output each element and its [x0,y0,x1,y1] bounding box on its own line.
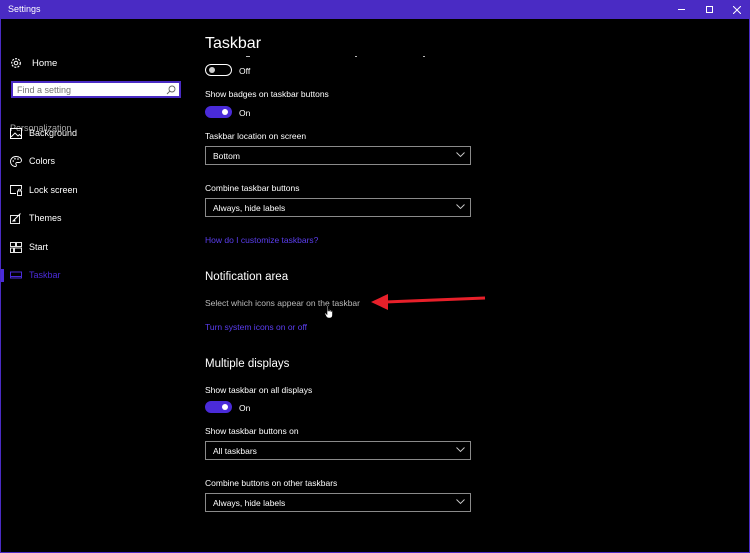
combine-other-dropdown[interactable]: Always, hide labels [205,493,471,512]
lock-screen-icon [10,184,22,196]
badges-toggle-switch[interactable] [205,106,232,118]
sidebar-item-label: Themes [29,213,62,223]
system-icons-link[interactable]: Turn system icons on or off [205,322,307,332]
multiple-displays-heading: Multiple displays [205,358,290,370]
buttons-on-value: All taskbars [213,446,257,456]
minimize-icon [677,9,685,10]
gear-icon [11,58,21,68]
sidebar-item-label: Colors [29,156,56,166]
combine-other-value: Always, hide labels [213,498,286,508]
show-all-displays-label: Show taskbar on all displays [205,385,313,395]
combine-dropdown[interactable]: Always, hide labels [205,198,471,217]
customize-taskbars-link[interactable]: How do I customize taskbars? [205,235,318,245]
buttons-on-label: Show taskbar buttons on [205,426,299,436]
combine-other-label: Combine buttons on other taskbars [205,478,338,488]
chevron-down-icon [456,152,465,158]
page-title: Taskbar [205,35,262,52]
title-bar: Settings [1,0,750,19]
toggle-knob [222,109,228,115]
toggle-knob [222,404,228,410]
chevron-down-icon [456,499,465,505]
sidebar-item-label: Taskbar [29,270,61,280]
search-input[interactable] [17,83,167,96]
sidebar-item-taskbar[interactable]: Taskbar [1,265,196,285]
sidebar-item-colors[interactable]: Colors [1,151,196,171]
taskbar-icon [10,271,22,278]
home-label: Home [32,57,58,69]
clipped-label [205,56,435,58]
settings-window: Settings Home Personalization Background… [0,0,750,553]
sidebar-item-themes[interactable]: Themes [1,208,196,228]
location-label: Taskbar location on screen [205,131,307,141]
palette-icon [10,155,22,167]
combine-value: Always, hide labels [213,203,286,213]
search-box[interactable] [11,81,181,98]
maximize-button[interactable] [695,0,723,19]
sidebar-item-lock-screen[interactable]: Lock screen [1,180,196,200]
notification-area-heading: Notification area [205,271,289,283]
sidebar-item-label: Start [29,242,49,252]
window-title: Settings [8,4,41,14]
close-button[interactable] [723,0,750,19]
first-toggle-switch[interactable] [205,64,232,76]
themes-icon [10,212,21,224]
select-icons-link[interactable]: Select which icons appear on the taskbar [205,298,360,308]
red-arrow-annotation [371,294,486,310]
location-dropdown[interactable]: Bottom [205,146,471,165]
sidebar: Home Personalization Background Colors L… [1,19,196,553]
sidebar-item-label: Lock screen [29,185,78,195]
close-icon [733,5,741,14]
hand-cursor-icon [324,305,333,319]
buttons-on-dropdown[interactable]: All taskbars [205,441,471,460]
location-value: Bottom [213,151,240,161]
first-toggle-state: Off [239,66,251,76]
sidebar-item-start[interactable]: Start [1,237,196,257]
toggle-knob [209,67,215,73]
home-nav-item[interactable]: Home [10,56,57,70]
search-icon[interactable] [166,85,176,95]
maximize-icon [705,6,713,13]
show-all-displays-state: On [239,403,251,413]
chevron-down-icon [456,204,465,210]
show-all-displays-toggle[interactable] [205,401,232,413]
badges-toggle-state: On [239,108,251,118]
start-icon [10,241,22,253]
sidebar-item-label: Background [29,128,78,138]
badges-label: Show badges on taskbar buttons [205,89,329,99]
minimize-button[interactable] [667,0,695,19]
active-indicator [1,269,4,282]
combine-label: Combine taskbar buttons [205,183,300,193]
picture-icon [10,127,22,139]
sidebar-item-background[interactable]: Background [1,123,196,143]
chevron-down-icon [456,447,465,453]
